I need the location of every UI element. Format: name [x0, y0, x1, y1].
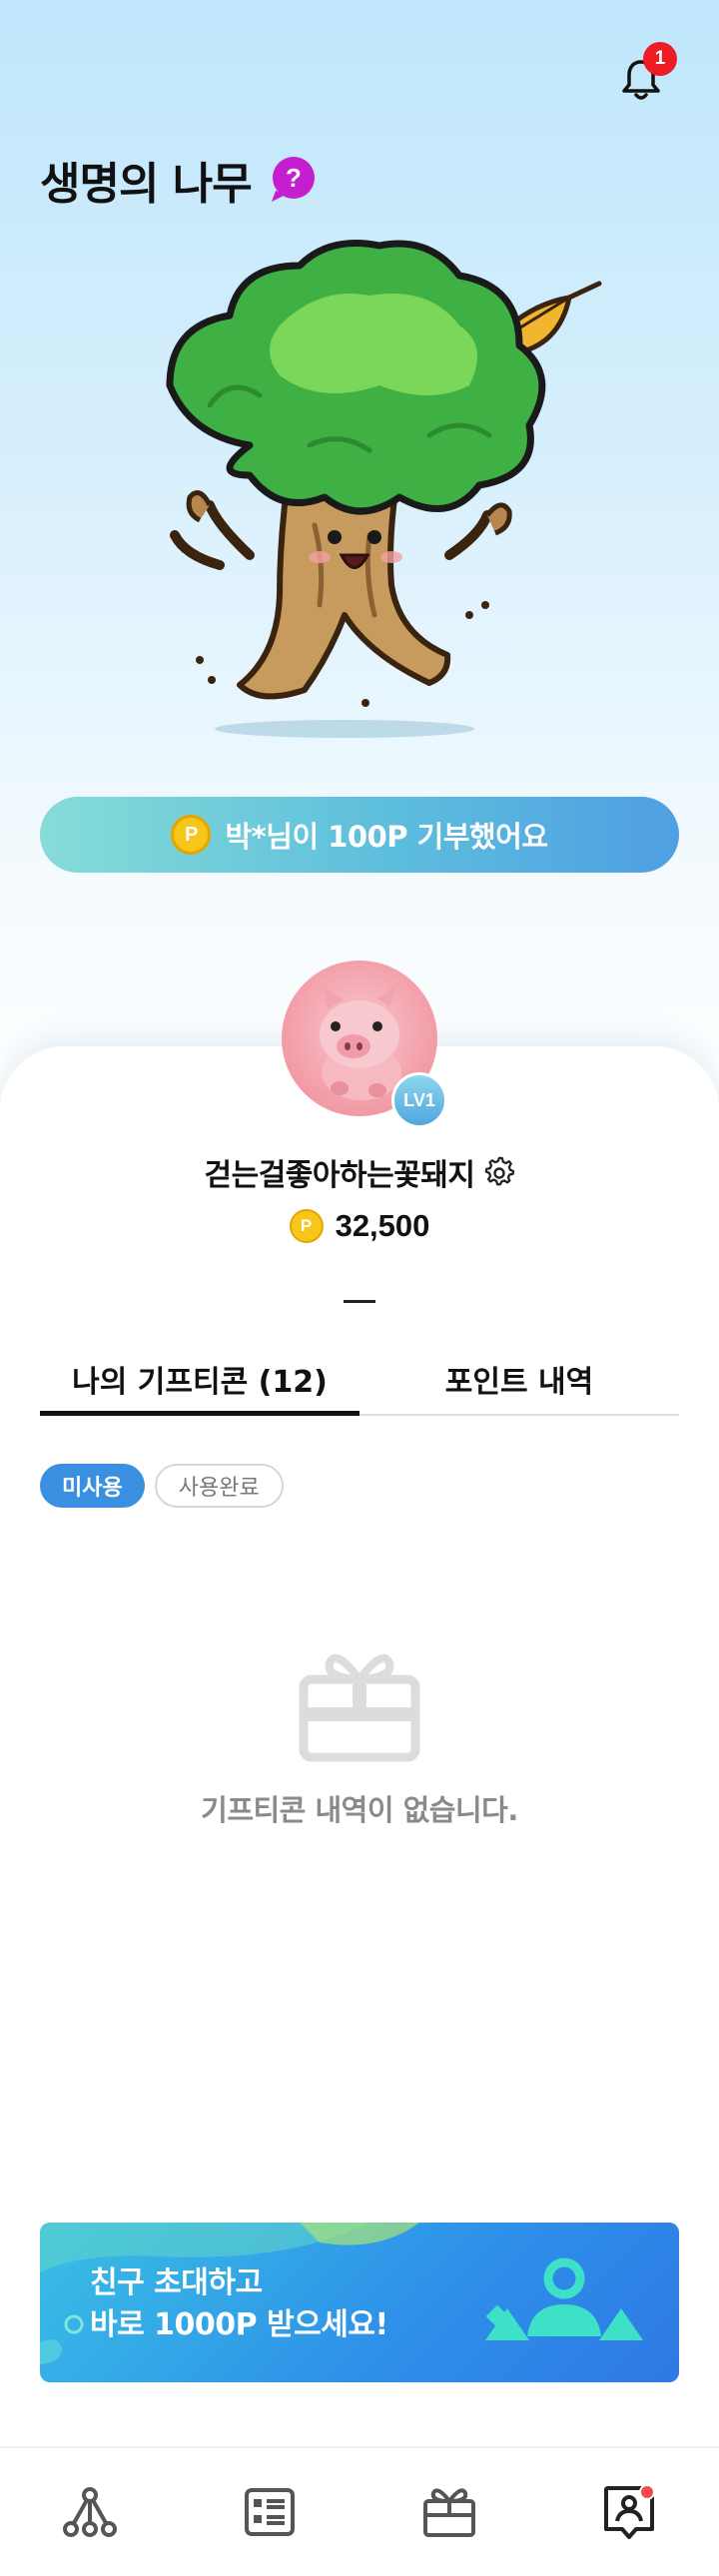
question-bubble-icon[interactable]: ?	[268, 155, 318, 205]
list-icon	[245, 2488, 295, 2536]
page-title: 생명의 나무	[40, 159, 253, 210]
nav-profile[interactable]	[569, 2462, 689, 2562]
gift-box-icon	[299, 1653, 420, 1762]
nickname-row: 걷는걸좋아하는꽃돼지	[0, 1150, 719, 1194]
notification-count-badge: 1	[643, 42, 677, 76]
gift-icon	[423, 2488, 475, 2537]
divider	[344, 1300, 375, 1303]
tree-character-illustration	[166, 240, 602, 738]
invite-text: 친구 초대하고 바로 1000P 받으세요!	[90, 2262, 388, 2346]
nav-list[interactable]	[210, 2462, 330, 2562]
tab-point-history[interactable]: 포인트 내역	[360, 1344, 679, 1414]
profile-notification-dot	[639, 2484, 655, 2500]
gear-icon[interactable]	[483, 1156, 515, 1188]
tab-bar: 나의 기프티콘 (12) 포인트 내역	[40, 1344, 679, 1416]
level-badge: LV1	[391, 1072, 447, 1128]
donation-ticker-banner[interactable]: P 박*님이 100P 기부했어요	[40, 797, 679, 873]
nickname: 걷는걸좋아하는꽃돼지	[204, 1158, 476, 1193]
donation-message: 박*님이 100P 기부했어요	[225, 820, 548, 854]
point-coin-icon: P	[171, 815, 212, 855]
title-row: 생명의 나무 ?	[40, 148, 318, 212]
filter-used[interactable]: 사용완료	[154, 1464, 284, 1508]
empty-message: 기프티콘 내역이 없습니다.	[201, 1793, 518, 1827]
points-row: P 32,500	[0, 1208, 719, 1244]
svg-text:?: ?	[286, 163, 302, 193]
invite-line-1: 친구 초대하고	[90, 2265, 263, 2300]
invite-friends-banner[interactable]: 친구 초대하고 바로 1000P 받으세요!	[40, 2223, 679, 2382]
nav-tree[interactable]	[30, 2462, 150, 2562]
notification-button[interactable]: 1	[613, 42, 677, 108]
invite-line-2: 바로 1000P 받으세요!	[90, 2307, 388, 2342]
people-group-icon	[485, 2257, 643, 2340]
filter-chips: 미사용 사용완료	[40, 1464, 284, 1508]
tab-my-gifticons[interactable]: 나의 기프티콘 (12)	[40, 1344, 360, 1416]
points-balance: 32,500	[335, 1208, 430, 1243]
network-icon	[63, 2487, 117, 2537]
filter-unused[interactable]: 미사용	[40, 1464, 145, 1508]
bottom-navigation	[0, 2446, 719, 2576]
point-coin-icon: P	[289, 1209, 324, 1243]
nav-gift[interactable]	[389, 2462, 509, 2562]
